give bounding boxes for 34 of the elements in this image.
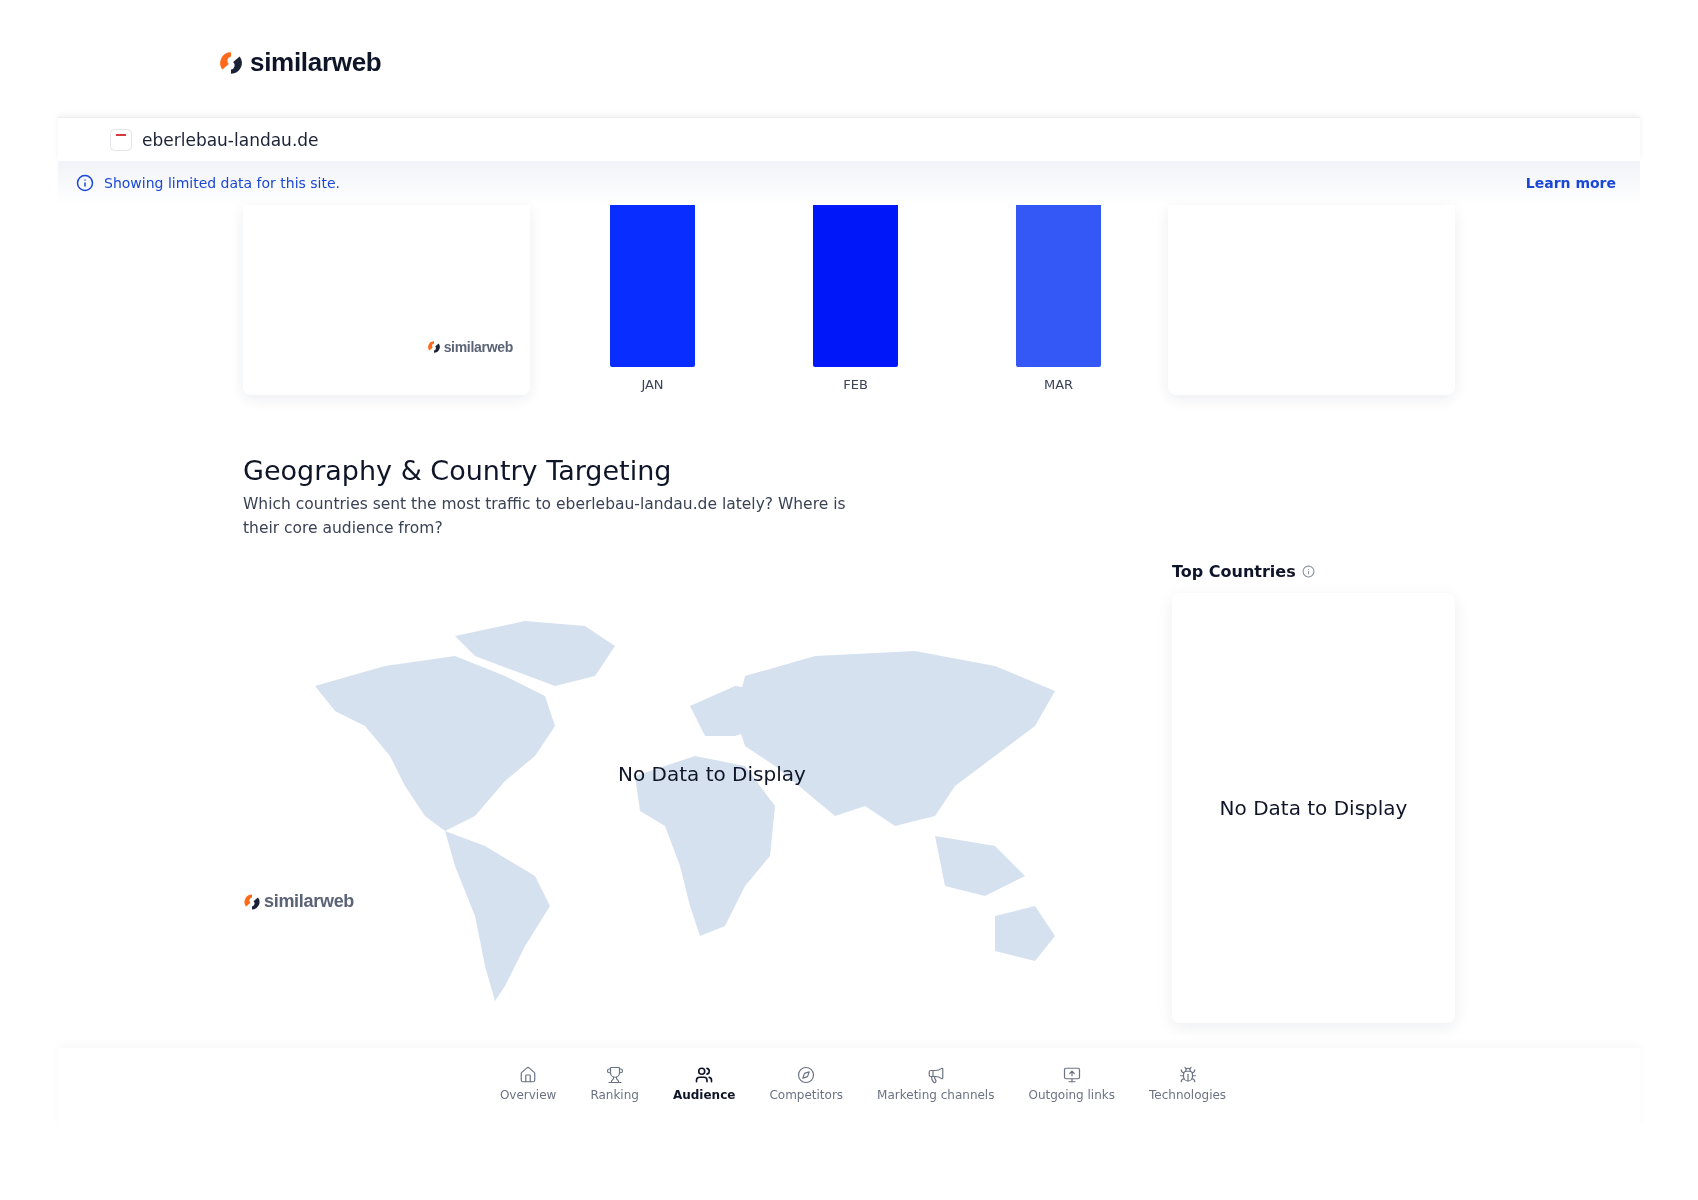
logo-icon [426,340,441,354]
month-label: JAN [641,377,664,392]
bug-icon [1178,1066,1197,1084]
site-domain: eberlebau-landau.de [142,129,319,150]
nav-tab[interactable]: Ranking [590,1066,639,1110]
logo-text: similarweb [250,47,382,78]
logo-icon [218,49,244,76]
map-empty-message: No Data to Display [618,762,806,786]
trophy-icon [605,1066,624,1084]
nav-tab[interactable]: Overview [499,1066,557,1110]
megaphone-icon [926,1066,945,1084]
empty-message: No Data to Display [1219,796,1408,820]
monitor-icon [1062,1066,1081,1084]
month-label: MAR [1043,377,1074,392]
people-icon [695,1066,714,1084]
compass-icon [797,1066,816,1084]
notice-text: Showing limited data for this site. [104,175,342,191]
top-countries-title: Top Countries [1172,562,1296,581]
logo-text: similarweb [264,891,355,912]
nav-tab[interactable]: Outgoing links [1028,1066,1115,1110]
learn-more-link[interactable]: Learn more [1525,175,1616,191]
nav-tab[interactable]: Audience [672,1066,736,1110]
logo-text: similarweb [443,339,513,355]
month-label: FEB [843,377,868,392]
section-description: Which countries sent the most traffic to eberlebau-landau.de lately? Where is their core audience from? [243,494,847,539]
nav-tab[interactable]: Competitors [769,1066,844,1110]
home-icon [519,1066,538,1084]
nav-tab[interactable]: Technologies [1149,1066,1227,1110]
logo-icon [243,892,261,911]
nav-tab[interactable]: Marketing channels [877,1066,995,1110]
section-title: Geography & Country Targeting [243,455,673,486]
info-icon[interactable] [1301,565,1315,578]
info-icon [76,174,94,192]
favicon-icon [110,128,132,151]
